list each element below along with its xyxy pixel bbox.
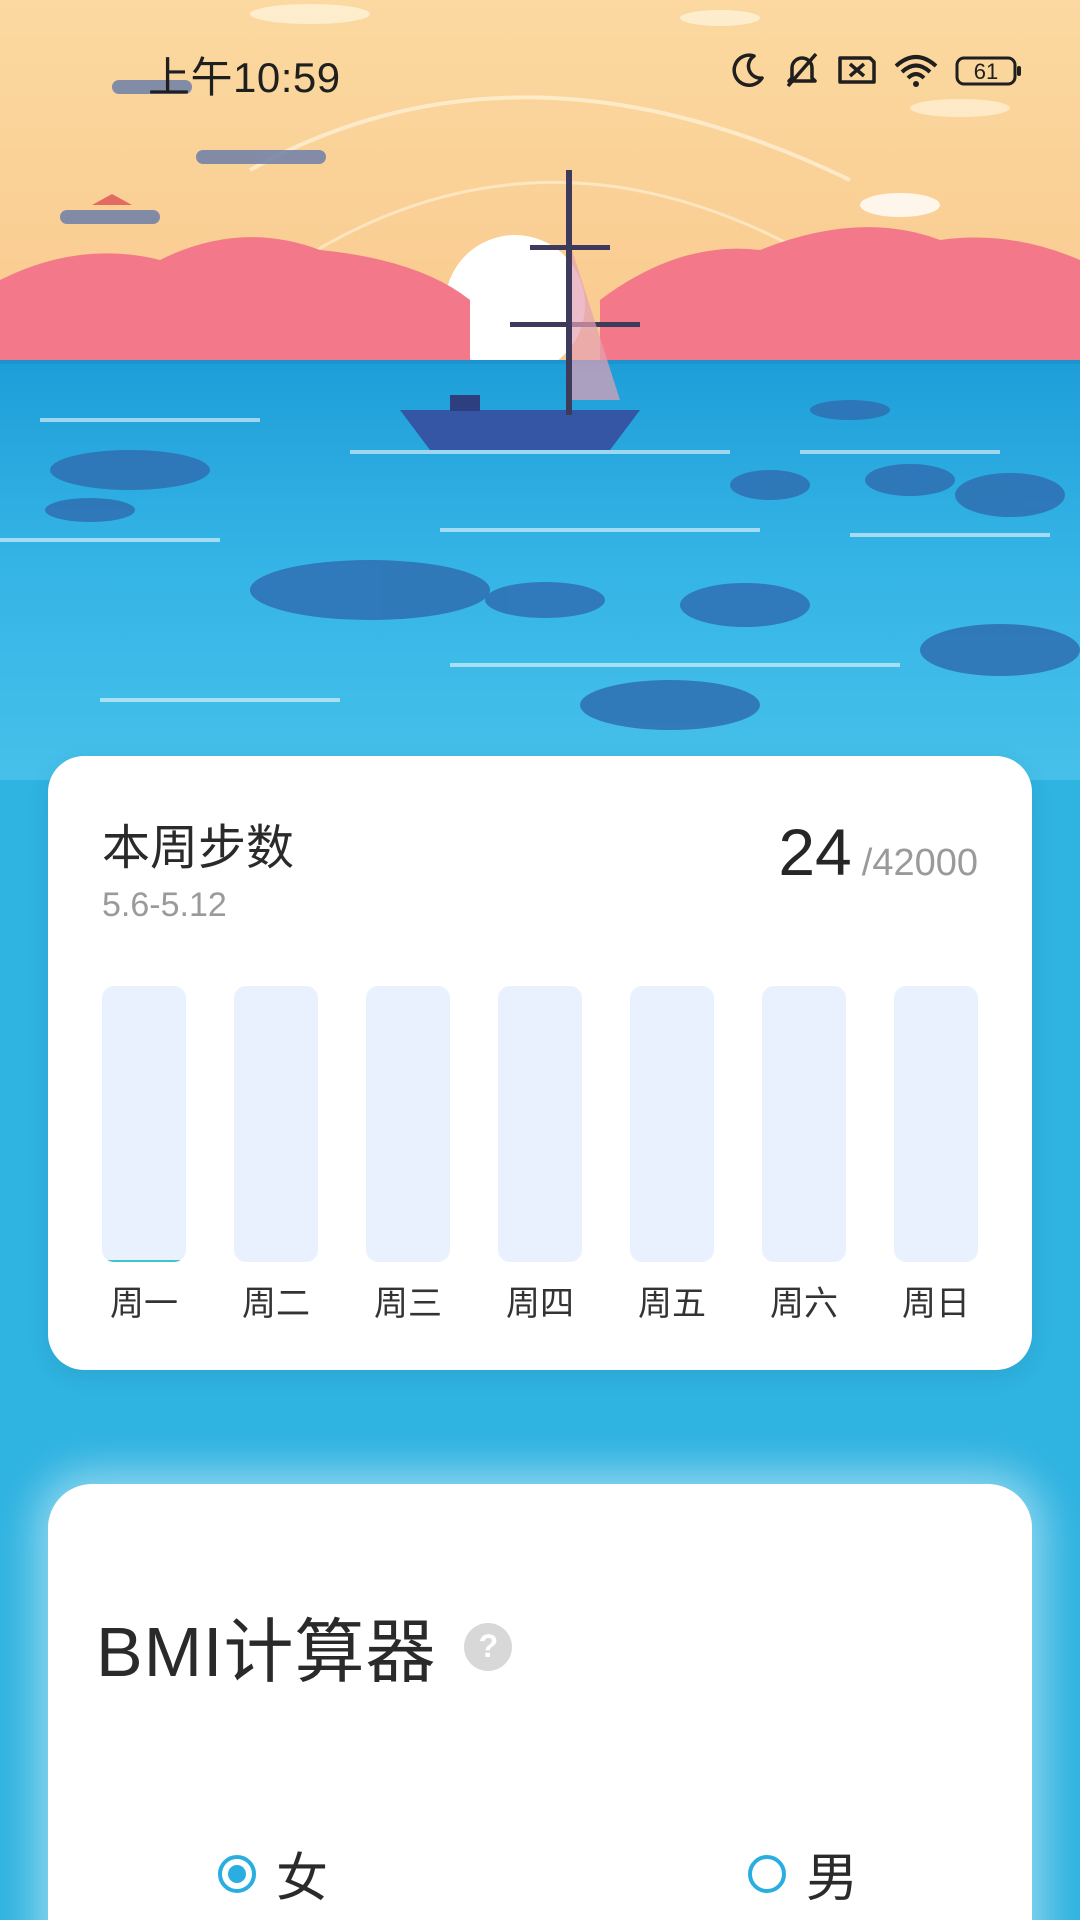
day-bar xyxy=(894,986,978,1262)
day-column-sat: 周六 xyxy=(762,986,846,1326)
day-label: 周二 xyxy=(242,1285,310,1323)
day-bar xyxy=(234,986,318,1262)
day-bar xyxy=(366,986,450,1262)
day-label: 周四 xyxy=(506,1285,574,1323)
steps-goal: /42000 xyxy=(861,842,978,884)
day-column-wed: 周三 xyxy=(366,986,450,1326)
day-bar-fill xyxy=(102,1260,186,1262)
bell-muted-icon xyxy=(782,46,822,94)
steps-current-value: 24 xyxy=(778,815,852,889)
gender-label-male: 男 xyxy=(806,1850,859,1908)
battery-level: 61 xyxy=(974,59,998,84)
day-label: 周六 xyxy=(770,1285,838,1323)
bmi-calculator-card: BMI计算器 ? 女 男 xyxy=(48,1484,1032,1920)
app-screen: 上午10:59 61 本周步数 5.6-5.12 24 /42000 周一 周二… xyxy=(0,0,1080,1920)
steps-count: 24 /42000 xyxy=(778,814,978,890)
day-bar xyxy=(762,986,846,1262)
help-icon[interactable]: ? xyxy=(464,1622,513,1671)
wifi-icon xyxy=(892,46,940,94)
gender-label-female: 女 xyxy=(276,1850,329,1908)
day-label: 周三 xyxy=(374,1285,442,1323)
battery-icon: 61 xyxy=(954,46,1024,94)
day-bar xyxy=(630,986,714,1262)
day-bar xyxy=(102,986,186,1262)
day-bar xyxy=(498,986,582,1262)
steps-card-title: 本周步数 xyxy=(102,822,295,875)
gender-option-female[interactable]: 女 xyxy=(218,1836,328,1911)
gender-option-male[interactable]: 男 xyxy=(748,1836,858,1911)
sim-disabled-icon xyxy=(836,46,878,94)
day-column-thu: 周四 xyxy=(498,986,582,1326)
day-label: 周五 xyxy=(638,1285,706,1323)
status-bar: 上午10:59 61 xyxy=(0,0,1080,140)
day-column-fri: 周五 xyxy=(630,986,714,1326)
bmi-title-row: BMI计算器 ? xyxy=(96,1596,513,1697)
bmi-title: BMI计算器 xyxy=(96,1613,437,1691)
day-column-mon: 周一 xyxy=(102,986,186,1326)
weekly-steps-card[interactable]: 本周步数 5.6-5.12 24 /42000 周一 周二 周三 周四 周五 周… xyxy=(48,756,1032,1370)
weekly-steps-chart: 周一 周二 周三 周四 周五 周六 周日 xyxy=(102,986,978,1326)
radio-female[interactable] xyxy=(218,1854,256,1893)
moon-icon xyxy=(728,46,768,94)
day-column-sun: 周日 xyxy=(894,986,978,1326)
day-label: 周日 xyxy=(902,1285,970,1323)
day-column-tue: 周二 xyxy=(234,986,318,1326)
day-label: 周一 xyxy=(110,1285,178,1323)
radio-male[interactable] xyxy=(748,1854,786,1893)
status-time: 上午10:59 xyxy=(148,54,341,101)
status-icons: 61 xyxy=(728,46,1024,94)
steps-date-range: 5.6-5.12 xyxy=(102,886,227,924)
